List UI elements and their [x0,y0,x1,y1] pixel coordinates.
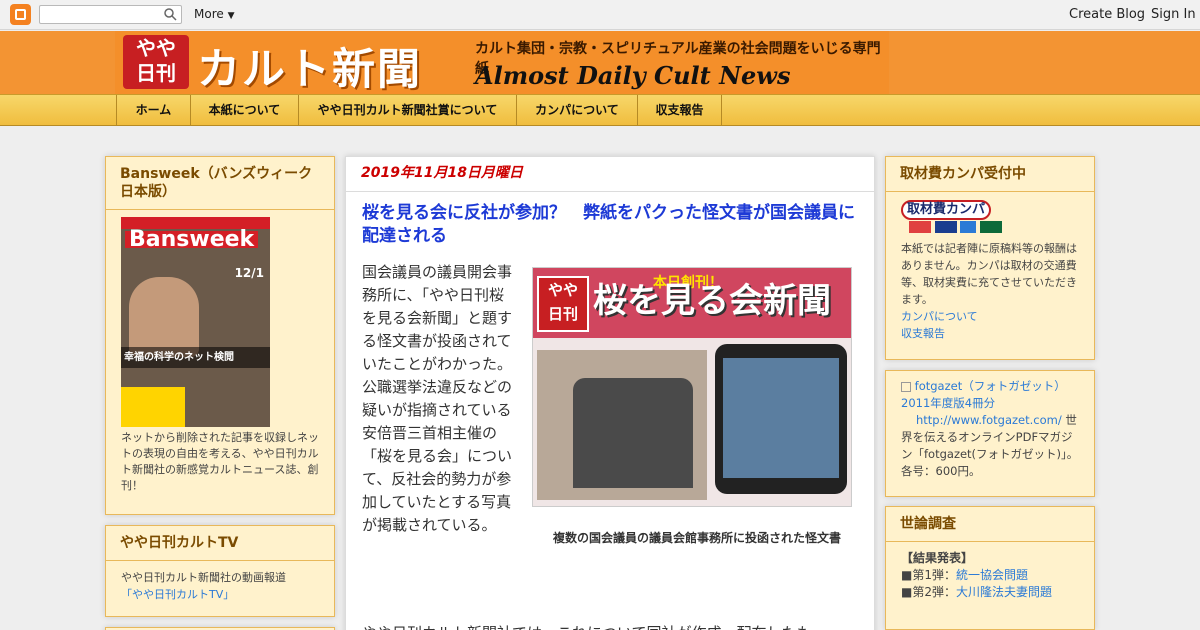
more-label: More [194,7,224,21]
poll1-prefix: ■第1弾： [901,568,956,582]
bansweek-description: ネットから削除された記事を収録しネットの表現の自由を考える、やや日刊カルト新聞社… [121,431,319,492]
card-logos-icon [909,221,1079,238]
search-icon[interactable] [164,8,177,21]
post-figure: やや 日刊 本日創刊！ 桜を見る会新聞 複数の国会議員の議員会館事務所に投函され… [532,267,862,577]
post-body: やや 日刊 本日創刊！ 桜を見る会新聞 複数の国会議員の議員会館事務所に投函され… [362,261,852,577]
image-badge: やや 日刊 [537,276,589,332]
bansweek-cover[interactable]: Bansweek 12/1 幸福の科学のネット検閲 [121,217,270,427]
image-caption: 複数の国会議員の議員会館事務所に投函された怪文書 [552,531,841,545]
banner-badge: やや 日刊 [123,35,189,89]
post-body-text: 国会議員の議員開会事務所に、「やや日刊桜を見る会新聞」と題する怪文書が投函されて… [362,263,513,534]
fotgazet-widget: fotgazet（フォトガゼット）2011年度版4冊分 http://www.f… [885,370,1095,497]
bansweek-cover-headline: 幸福の科学のネット検閲 [121,347,270,368]
caret-down-icon: ▼ [227,11,235,21]
image-heading: 桜を見る会新聞 [593,281,831,321]
kanpa-report-link[interactable]: 収支報告 [901,325,1079,342]
banner-english-title: Almost Daily Cult News [475,61,791,90]
poll-title: 世論調査 [886,507,1094,542]
bansweek-cover-date: 12/1 [234,266,264,280]
page-tabs: ホーム 本紙について やや日刊カルト新聞社賞について カンパについて 収支報告 [0,94,1200,126]
more-menu[interactable]: More ▼ [194,7,235,21]
poll2-link[interactable]: 大川隆法夫妻問題 [956,585,1052,599]
tab-award[interactable]: やや日刊カルト新聞社賞について [298,95,516,126]
sign-in-link[interactable]: Sign In [1151,7,1196,22]
post-title[interactable]: 桜を見る会に反社が参加？ 弊紙をパクった怪文書が国会議員に配達される [362,202,857,248]
blogger-navbar: More ▼ Create Blog Sign In [0,0,1200,30]
post-date: 2019年11月18日月曜日 [346,157,874,192]
tab-about[interactable]: 本紙について [190,95,298,126]
bansweek-title: Bansweek（バンズウィーク日本版） [106,157,334,210]
header-banner[interactable]: やや 日刊 カルト新聞 カルト集団・宗教・スピリチュアル産業の社会問題をいじる専… [115,31,889,94]
cult-tv-title: やや日刊カルトTV [106,526,334,561]
hand-photo [129,277,199,357]
search-input[interactable] [39,5,182,24]
poll-result-heading: 【結果発表】 [901,551,974,565]
fotgazet-url-link[interactable]: http://www.fotgazet.com/ [916,413,1062,427]
kanpa-widget: 取材費カンパ受付中 取材費カンパ 本紙では記者陣に原稿料等の報酬はありません。カ… [885,156,1095,360]
tab-home[interactable]: ホーム [116,95,190,126]
kanpa-title: 取材費カンパ受付中 [886,157,1094,192]
blog-header: やや 日刊 カルト新聞 カルト集団・宗教・スピリチュアル産業の社会問題をいじる専… [0,31,1200,94]
cult-tv-widget: やや日刊カルトTV やや日刊カルト新聞社の動画報道 「やや日刊カルトTV」 [105,525,335,617]
poll-widget: 世論調査 【結果発表】 ■第1弾：統一協会問題 ■第2弾：大川隆法夫妻問題 [885,506,1095,630]
bansweek-cover-title: Bansweek [125,229,259,251]
kanpa-badge[interactable]: 取材費カンパ [901,200,992,220]
broken-image-icon [901,381,911,392]
cult-tv-description: やや日刊カルト新聞社の動画報道 [121,571,286,584]
fotgazet-link[interactable]: fotgazet（フォトガゼット）2011年度版4冊分 [901,379,1066,410]
post-image[interactable]: やや 日刊 本日創刊！ 桜を見る会新聞 [532,267,852,507]
tab-report[interactable]: 収支報告 [637,95,722,126]
post-container: 2019年11月18日月曜日 桜を見る会に反社が参加？ 弊紙をパクった怪文書が国… [345,156,875,630]
cult-tv-link[interactable]: 「やや日刊カルトTV」 [121,586,319,603]
bansweek-widget: Bansweek（バンズウィーク日本版） Bansweek 12/1 幸福の科学… [105,156,335,515]
tab-donation[interactable]: カンパについて [516,95,637,126]
blogger-logo-icon[interactable] [10,4,31,25]
kanpa-about-link[interactable]: カンパについて [901,308,1079,325]
poll1-link[interactable]: 統一協会問題 [956,568,1028,582]
kanpa-description: 本紙では記者陣に原稿料等の報酬はありません。カンパは取材の交通費等、取材実費に充… [901,242,1077,306]
create-blog-link[interactable]: Create Blog [1069,7,1145,22]
poll2-prefix: ■第2弾： [901,585,956,599]
post-next-line: やや日刊カルト新聞社では、これについて同社が作成・配布したも [362,622,862,630]
banner-title: カルト新聞 [197,45,422,94]
